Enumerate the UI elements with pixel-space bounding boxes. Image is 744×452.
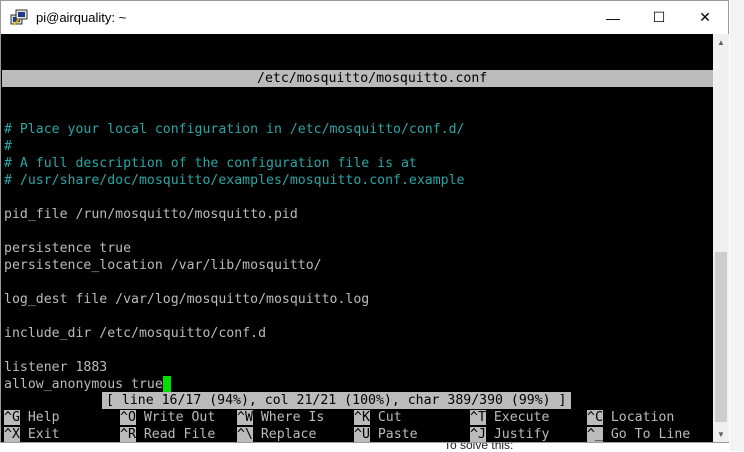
file-line: pid_file /run/mosquitto/mosquitto.pid <box>2 206 713 223</box>
shortcut-label: Exit <box>27 427 60 442</box>
file-line: # <box>2 138 713 155</box>
shortcut-item[interactable]: ^U Paste <box>354 426 418 442</box>
nano-shortcut-bar: ^G Help ^O Write Out ^W Where Is ^K Cut ^T E… <box>4 409 713 442</box>
shortcut-key: ^\ <box>237 427 253 442</box>
file-line-text: persistence true <box>4 241 132 256</box>
minimize-button[interactable]: — <box>590 1 636 34</box>
shortcut-label: Replace <box>260 427 317 442</box>
file-line <box>2 308 713 325</box>
background-app-edge <box>730 0 744 451</box>
window-title: pi@airquality: ~ <box>36 10 127 25</box>
shortcut-item[interactable]: ^O Write Out <box>120 409 215 426</box>
shortcut-label: Go To Line <box>610 427 691 442</box>
shortcut-key: ^O <box>120 410 136 425</box>
file-line: # /usr/share/doc/mosquitto/examples/mosq… <box>2 172 713 189</box>
file-line-text: # A full description of the configuratio… <box>4 156 417 171</box>
shortcut-item[interactable]: ^R Read File <box>120 426 215 442</box>
file-line: persistence true <box>2 240 713 257</box>
shortcut-item[interactable]: ^\ Replace <box>237 426 316 442</box>
file-line-text: # <box>4 139 12 154</box>
scroll-down-arrow-icon[interactable]: ▼ <box>713 426 729 442</box>
file-line-text: log_dest file /var/log/mosquitto/mosquit… <box>4 292 370 307</box>
file-line: # Place your local configuration in /etc… <box>2 121 713 138</box>
shortcut-key: ^G <box>4 410 20 425</box>
shortcut-key: ^T <box>470 410 486 425</box>
file-line-text: listener 1883 <box>4 360 108 375</box>
file-line: # A full description of the configuratio… <box>2 155 713 172</box>
shortcut-key: ^X <box>4 427 20 442</box>
shortcut-key: ^R <box>120 427 136 442</box>
terminal-window: pi@airquality: ~ — ☐ ✕ GNU nano 5.4 /etc… <box>0 0 729 443</box>
shortcut-label: Write Out <box>143 410 216 425</box>
file-line <box>2 223 713 240</box>
shortcut-label: Cut <box>377 410 402 425</box>
shortcut-row: ^G Help ^O Write Out ^W Where Is ^K Cut ^T E… <box>4 409 713 426</box>
shortcut-item[interactable]: ^G Help <box>4 409 60 426</box>
file-line-text: persistence_location /var/lib/mosquitto/ <box>4 258 322 273</box>
putty-icon <box>10 9 28 26</box>
window-controls: — ☐ ✕ <box>590 1 728 34</box>
shortcut-item[interactable]: ^X Exit <box>4 426 60 442</box>
shortcut-key: ^K <box>354 410 370 425</box>
file-line: persistence_location /var/lib/mosquitto/ <box>2 257 713 274</box>
shortcut-label: Location <box>610 410 675 425</box>
nano-status-bar: [ line 16/17 (94%), col 21/21 (100%), ch… <box>102 392 571 409</box>
shortcut-item[interactable]: ^K Cut <box>354 409 402 426</box>
shortcut-item[interactable]: ^T Execute <box>470 409 549 426</box>
shortcut-key: ^C <box>587 410 603 425</box>
shortcut-item[interactable]: ^J Justify <box>470 426 549 442</box>
maximize-button[interactable]: ☐ <box>636 1 682 34</box>
nano-version: GNU nano 5.4 <box>69 88 165 103</box>
shortcut-label: Where Is <box>260 410 325 425</box>
terminal-content[interactable]: GNU nano 5.4 /etc/mosquitto/mosquitto.co… <box>2 34 713 442</box>
scroll-up-arrow-icon[interactable]: ▲ <box>713 34 729 50</box>
shortcut-key: ^U <box>354 427 370 442</box>
shortcut-item[interactable]: ^W Where Is <box>237 409 324 426</box>
file-line: listener 1883 <box>2 359 713 376</box>
file-line: log_dest file /var/log/mosquitto/mosquit… <box>2 291 713 308</box>
file-line-text: # /usr/share/doc/mosquitto/examples/mosq… <box>4 173 465 188</box>
shortcut-key: ^J <box>470 427 486 442</box>
shortcut-key: ^_ <box>587 427 603 442</box>
nano-filename: /etc/mosquitto/mosquitto.conf <box>257 71 488 86</box>
shortcut-item[interactable]: ^_ Go To Line <box>587 426 690 442</box>
file-line-text: # Place your local configuration in /etc… <box>4 122 465 137</box>
close-button[interactable]: ✕ <box>682 1 728 34</box>
file-line <box>2 274 713 291</box>
shortcut-label: Paste <box>377 427 418 442</box>
shortcut-label: Read File <box>143 427 216 442</box>
file-line-text: allow_anonymous true <box>4 377 163 392</box>
file-line: include_dir /etc/mosquitto/conf.d <box>2 325 713 342</box>
file-line: allow_anonymous true <box>2 376 713 393</box>
shortcut-label: Execute <box>493 410 550 425</box>
file-line-text: include_dir /etc/mosquitto/conf.d <box>4 326 267 341</box>
shortcut-label: Help <box>27 410 60 425</box>
text-cursor <box>162 376 171 392</box>
shortcut-item[interactable]: ^C Location <box>587 409 674 426</box>
file-line <box>2 189 713 206</box>
shortcut-key: ^W <box>237 410 253 425</box>
nano-header: GNU nano 5.4 /etc/mosquitto/mosquitto.co… <box>2 70 713 103</box>
file-line <box>2 342 713 359</box>
scroll-thumb[interactable] <box>715 252 727 422</box>
title-bar[interactable]: pi@airquality: ~ — ☐ ✕ <box>1 1 728 34</box>
file-body[interactable]: # Place your local configuration in /etc… <box>2 121 713 393</box>
shortcut-row: ^X Exit ^R Read File ^\ Replace ^U Paste ^J … <box>4 426 713 442</box>
shortcut-label: Justify <box>493 427 550 442</box>
file-line-text: pid_file /run/mosquitto/mosquitto.pid <box>4 207 298 222</box>
vertical-scrollbar[interactable]: ▲ ▼ <box>713 34 729 442</box>
